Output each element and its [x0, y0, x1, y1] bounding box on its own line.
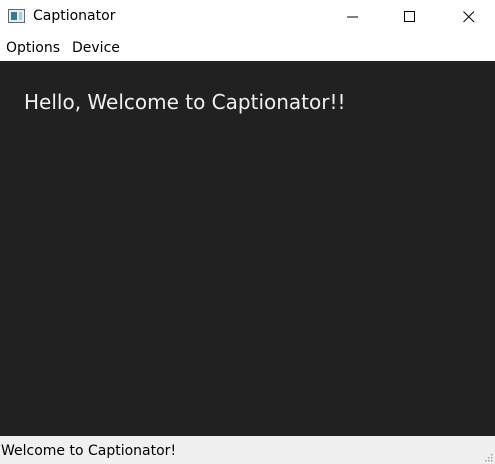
title-bar[interactable]: Captionator: [0, 0, 495, 34]
minimize-icon: [347, 16, 358, 18]
caption-display-area: Hello, Welcome to Captionator!!: [0, 61, 495, 436]
close-icon: [463, 11, 475, 23]
app-icon[interactable]: [8, 9, 25, 23]
menu-bar: Options Device: [0, 34, 495, 61]
window-title: Captionator: [33, 8, 116, 24]
menu-options[interactable]: Options: [6, 40, 60, 56]
minimize-button[interactable]: [330, 0, 376, 34]
app-window: Captionator Options Device Hello, Welcom…: [0, 0, 495, 464]
size-grip-icon[interactable]: [483, 452, 493, 462]
status-bar: Welcome to Captionator!: [0, 436, 495, 464]
status-text: Welcome to Captionator!: [1, 443, 177, 459]
close-button[interactable]: [446, 0, 492, 34]
maximize-button[interactable]: [387, 0, 433, 34]
welcome-heading: Hello, Welcome to Captionator!!: [24, 90, 346, 114]
menu-device[interactable]: Device: [72, 40, 120, 56]
maximize-icon: [404, 11, 415, 22]
